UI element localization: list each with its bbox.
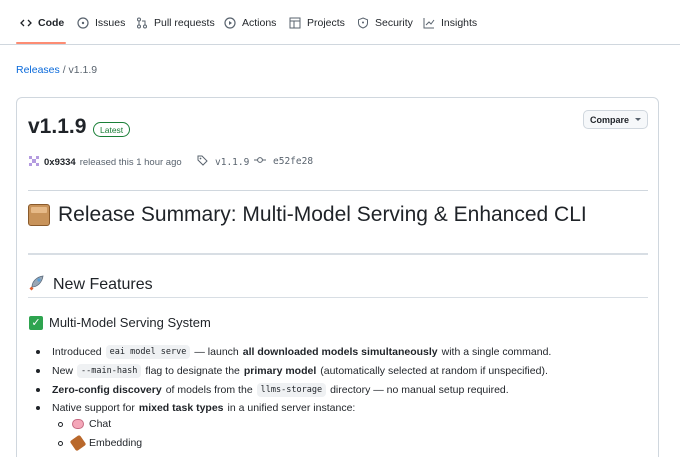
breadcrumb-current: v1.1.9 [68, 64, 98, 76]
tab-projects[interactable]: Projects [289, 12, 345, 34]
tab-issues[interactable]: Issues [77, 12, 125, 34]
bullet-text: directory — no manual setup required. [330, 384, 509, 396]
subsection-title: Multi-Model Serving System [49, 315, 211, 330]
shield-icon [357, 17, 369, 29]
inline-code: --main-hash [77, 364, 142, 378]
active-tab-indicator [16, 42, 66, 44]
release-author: 0x9334 released this 1 hour ago [28, 155, 182, 170]
bullet-text: (automatically selected at random if uns… [320, 365, 548, 377]
bullet-text: Introduced [52, 346, 102, 358]
table-icon [289, 17, 301, 29]
bullet-text: New [52, 365, 74, 377]
rocket-icon [28, 273, 46, 296]
inline-code: llms-storage [256, 383, 327, 397]
bullet-dot [36, 350, 40, 354]
sub-bullet-text: Embedding [89, 437, 143, 449]
subsection-heading: ✓ Multi-Model Serving System [29, 315, 211, 330]
new-features-heading: New Features [28, 273, 153, 296]
caret-down-icon [635, 118, 641, 121]
list-item: New --main-hash flag to designate the pr… [36, 364, 548, 378]
bullet-bold-text: primary model [243, 365, 317, 377]
play-icon [224, 17, 236, 29]
tab-label: Code [38, 17, 65, 29]
tab-label: Actions [242, 17, 277, 29]
bullet-dot [36, 388, 40, 392]
bullet-text: Native support for [52, 402, 135, 414]
tab-label: Issues [95, 17, 126, 29]
tab-code[interactable]: Code [20, 12, 64, 34]
breadcrumb-releases-link[interactable]: Releases [16, 64, 60, 76]
divider [28, 190, 648, 191]
issue-icon [77, 17, 89, 29]
section-title: New Features [53, 275, 153, 293]
embedding-icon [69, 434, 87, 452]
bullet-text: in a unified server instance: [227, 402, 356, 414]
inline-code: eai model serve [105, 345, 191, 359]
bullet-bold-text: all downloaded models simultaneously [242, 346, 438, 358]
bullet-text: flag to designate the [145, 365, 240, 377]
commit-icon [254, 155, 266, 168]
released-text: released this 1 hour ago [79, 157, 182, 168]
breadcrumb-separator: / [62, 64, 66, 76]
bullet-circle [58, 440, 63, 446]
sub-list-item-chat: Chat [58, 418, 111, 430]
check-mark-icon: ✓ [29, 315, 43, 330]
author-link[interactable]: 0x9334 [44, 157, 76, 168]
sub-list-item-embedding: Embedding [58, 434, 143, 452]
release-title: v1.1.9 [28, 115, 87, 138]
list-item: Zero-config discovery of models from the… [36, 383, 509, 397]
release-tag[interactable]: v1.1.9 [197, 155, 249, 169]
tab-pull-requests[interactable]: Pull requests [136, 12, 215, 34]
package-icon [28, 204, 50, 226]
graph-icon [423, 17, 435, 29]
avatar[interactable] [28, 155, 40, 170]
latest-badge: Latest [93, 122, 131, 137]
tab-actions[interactable]: Actions [224, 12, 276, 34]
bullet-text: of models from the [165, 384, 253, 396]
repo-nav: Code Issues Pull requests Actions Projec… [0, 0, 680, 45]
bullet-dot [36, 369, 40, 373]
tab-label: Pull requests [154, 17, 215, 29]
sub-bullet-text: Chat [89, 418, 112, 430]
tab-label: Projects [307, 17, 345, 29]
tag-icon [197, 155, 208, 169]
bullet-circle [58, 421, 63, 427]
tab-label: Security [375, 17, 413, 29]
section-divider [28, 297, 648, 298]
code-icon [20, 17, 32, 29]
heading-divider [28, 253, 648, 255]
breadcrumb: Releases / v1.1.9 [16, 64, 97, 76]
tab-label: Insights [441, 17, 478, 29]
tag-name: v1.1.9 [215, 156, 250, 168]
release-summary-heading: Release Summary: Multi-Model Serving & E… [28, 203, 587, 227]
compare-label: Compare [589, 114, 629, 125]
chat-icon [72, 419, 84, 429]
bullet-bold-text: mixed task types [138, 402, 224, 414]
bullet-text: — launch [194, 346, 239, 358]
compare-button[interactable]: Compare [583, 110, 648, 129]
list-item: Native support for mixed task types in a… [36, 402, 355, 414]
tab-insights[interactable]: Insights [423, 12, 477, 34]
avatar-icon [28, 155, 40, 167]
summary-title: Release Summary: Multi-Model Serving & E… [58, 203, 587, 226]
commit-hash: e52fe28 [273, 156, 314, 167]
release-commit[interactable]: e52fe28 [254, 155, 313, 168]
pull-request-icon [136, 17, 148, 29]
tab-security[interactable]: Security [357, 12, 413, 34]
bullet-text: with a single command. [441, 346, 552, 358]
bullet-dot [36, 406, 40, 410]
list-item: Introduced eai model serve — launch all … [36, 345, 551, 359]
bullet-bold-text: Zero-config discovery [52, 384, 162, 396]
